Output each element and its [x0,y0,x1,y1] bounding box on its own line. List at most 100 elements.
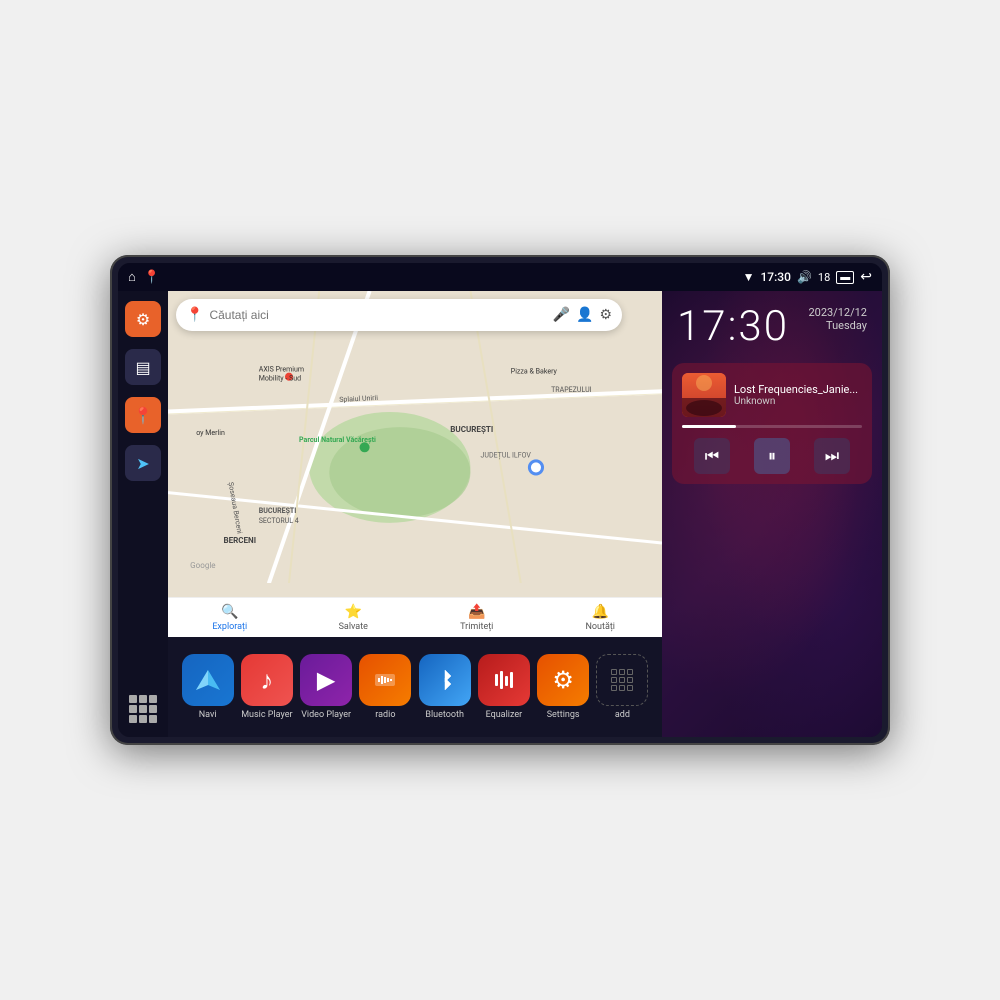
battery-level: 18 [818,271,830,284]
equalizer-icon [478,654,530,706]
map-send-btn[interactable]: 📤 Trimiteți [415,604,539,632]
news-label: Noutăți [586,622,616,632]
map-search-bar[interactable]: 📍 🎤 👤 ⚙ [176,299,622,331]
navigation-icon: ➤ [136,454,149,473]
app-video-player[interactable]: ▶ Video Player [300,654,352,720]
next-icon: ⏭ [825,446,839,466]
status-bar: ⌂ 📍 ▼ 17:30 🔊 18 ▬ ↩ [118,263,882,291]
map-saved-btn[interactable]: ⭐ Salvate [292,604,416,632]
prev-icon: ⏮ [705,446,719,466]
google-maps-icon: 📍 [186,307,203,323]
explore-icon: 🔍 [221,604,238,620]
app-music-player[interactable]: ♪ Music Player [241,654,293,720]
navi-label: Navi [199,710,217,720]
app-add[interactable]: add [596,654,648,720]
next-btn[interactable]: ⏭ [814,438,850,474]
map-explore-btn[interactable]: 🔍 Explorați [168,604,292,632]
settings-app-icon: ⚙ [537,654,589,706]
svg-text:BUCUREȘTI: BUCUREȘTI [259,506,297,516]
app-equalizer[interactable]: Equalizer [478,654,530,720]
album-art [682,373,726,417]
send-icon: 📤 [468,604,485,620]
clock-section: 17:30 2023/12/12 Tuesday [662,291,882,358]
wifi-icon: ▼ [743,270,755,284]
explore-label: Explorați [212,622,247,632]
account-icon[interactable]: 👤 [576,307,593,323]
app-settings[interactable]: ⚙ Settings [537,654,589,720]
center-content: Splaiul Unirii Șoseaua Berceni BUCUREȘTI… [168,291,662,737]
battery-icon: ▬ [836,271,854,284]
music-progress-fill [682,425,736,428]
app-radio[interactable]: radio [359,654,411,720]
app-bluetooth[interactable]: Bluetooth [419,654,471,720]
map-search-input[interactable] [209,308,546,322]
music-progress-bar[interactable] [682,425,862,428]
clock-time: 17:30 [677,306,789,348]
svg-text:Mobility - Sud: Mobility - Sud [259,374,301,383]
track-name: Lost Frequencies_Janie... [734,383,862,396]
equalizer-label: Equalizer [486,710,523,720]
sidebar: ⚙ ▤ 📍 ➤ [118,291,168,737]
maps-status-icon[interactable]: 📍 [144,270,160,285]
track-artist: Unknown [734,396,862,407]
device-screen: ⌂ 📍 ▼ 17:30 🔊 18 ▬ ↩ ⚙ ▤ [118,263,882,737]
music-controls: ⏮ ⏸ ⏭ [682,438,862,474]
news-icon: 🔔 [592,604,609,620]
svg-text:TRAPEZULUI: TRAPEZULUI [551,385,592,394]
back-icon[interactable]: ↩ [860,269,872,285]
track-info: Lost Frequencies_Janie... Unknown [734,383,862,407]
clock-date: 2023/12/12 Tuesday [808,306,867,332]
radio-icon [359,654,411,706]
music-player-icon: ♪ [241,654,293,706]
files-icon: ▤ [135,358,150,377]
bluetooth-icon [419,654,471,706]
prev-btn[interactable]: ⏮ [694,438,730,474]
map-svg: Splaiul Unirii Șoseaua Berceni BUCUREȘTI… [168,291,662,583]
music-player-widget: Lost Frequencies_Janie... Unknown ⏮ ⏸ [672,363,872,484]
svg-text:BUCUREȘTI: BUCUREȘTI [450,425,493,435]
apps-row: Navi ♪ Music Player ▶ Video Pl [168,637,662,737]
map-news-btn[interactable]: 🔔 Noutăți [539,604,663,632]
sidebar-settings-btn[interactable]: ⚙ [125,301,161,337]
map-pin-icon: 📍 [133,406,153,425]
clock-day: Tuesday [808,319,867,332]
radio-label: radio [375,710,395,720]
sidebar-apps-btn[interactable] [125,691,161,727]
navi-icon [182,654,234,706]
volume-icon[interactable]: 🔊 [797,270,812,284]
sidebar-maps-btn[interactable]: 📍 [125,397,161,433]
saved-label: Salvate [339,622,368,632]
svg-text:SECTORUL 4: SECTORUL 4 [259,516,299,525]
right-panel: 17:30 2023/12/12 Tuesday [662,291,882,737]
clock-status: 17:30 [760,270,790,284]
more-icon[interactable]: ⚙ [599,307,612,323]
video-player-icon: ▶ [300,654,352,706]
home-icon[interactable]: ⌂ [128,269,136,285]
map-bottom-bar: 🔍 Explorați ⭐ Salvate 📤 Trimiteți 🔔 [168,597,662,637]
svg-text:Parcul Natural Văcărești: Parcul Natural Văcărești [299,435,376,445]
svg-text:AXIS Premium: AXIS Premium [259,365,304,374]
device-outer: ⌂ 📍 ▼ 17:30 🔊 18 ▬ ↩ ⚙ ▤ [110,255,890,745]
svg-text:BERCENI: BERCENI [223,536,256,545]
play-pause-btn[interactable]: ⏸ [754,438,790,474]
bluetooth-label: Bluetooth [425,710,464,720]
add-label: add [615,710,630,720]
app-navi[interactable]: Navi [182,654,234,720]
main-area: ⚙ ▤ 📍 ➤ [118,291,882,737]
svg-text:Pizza & Bakery: Pizza & Bakery [511,367,558,376]
status-right: ▼ 17:30 🔊 18 ▬ ↩ [743,269,872,285]
clock-year: 2023/12/12 [808,306,867,319]
status-left: ⌂ 📍 [128,269,160,285]
saved-icon: ⭐ [345,604,362,620]
sidebar-nav-btn[interactable]: ➤ [125,445,161,481]
add-app-icon [596,654,648,706]
play-pause-icon: ⏸ [768,446,776,466]
mic-icon[interactable]: 🎤 [553,307,570,323]
music-info-row: Lost Frequencies_Janie... Unknown [682,373,862,417]
map-container[interactable]: Splaiul Unirii Șoseaua Berceni BUCUREȘTI… [168,291,662,637]
svg-text:Google: Google [190,561,215,570]
svg-text:JUDEȚUL ILFOV: JUDEȚUL ILFOV [481,450,532,459]
settings-icon: ⚙ [136,310,150,329]
sidebar-files-btn[interactable]: ▤ [125,349,161,385]
video-player-label: Video Player [301,710,351,720]
